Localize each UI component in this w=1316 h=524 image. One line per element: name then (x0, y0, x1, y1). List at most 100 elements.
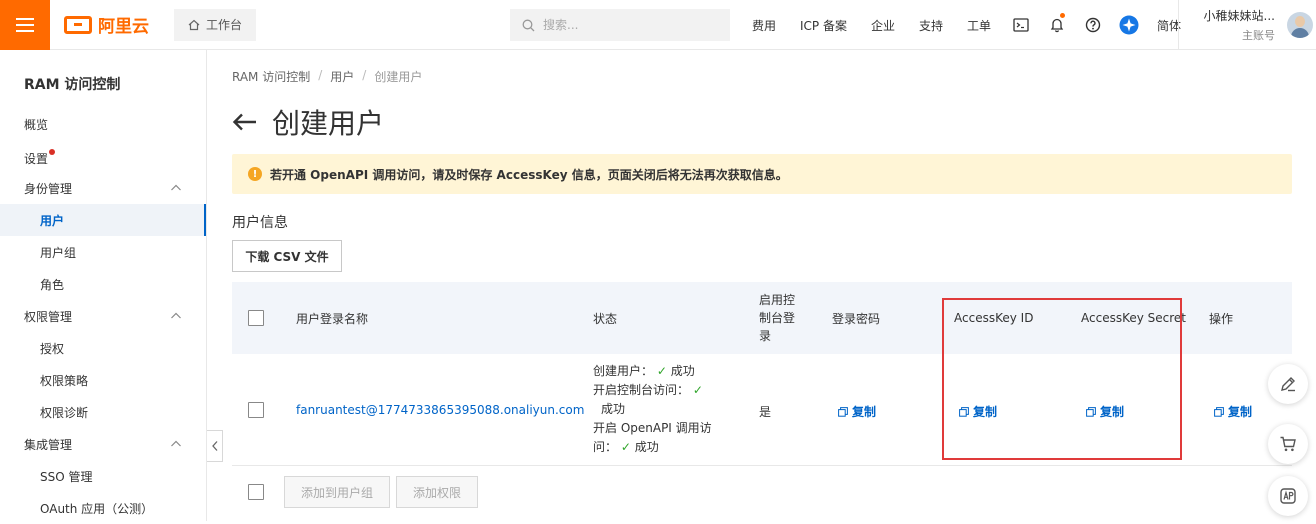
search-input[interactable] (543, 18, 713, 32)
breadcrumb-users[interactable]: 用户 (330, 68, 354, 85)
nav-support[interactable]: 支持 (907, 17, 955, 34)
user-role: 主账号 (1242, 29, 1275, 42)
sidebar-item-oauth[interactable]: OAuth 应用（公测） (0, 492, 206, 524)
bell-icon (1050, 18, 1064, 33)
sidebar-item-label: 授权 (40, 341, 65, 356)
sidebar-group-permissions[interactable]: 权限管理 (0, 300, 206, 332)
warning-icon: ! (248, 167, 262, 181)
copy-label: 复制 (973, 405, 998, 419)
page-header: 创建用户 (232, 102, 384, 142)
aliyun-logo[interactable]: 阿里云 (50, 0, 174, 50)
edit-float-button[interactable] (1268, 364, 1308, 404)
avatar[interactable] (1287, 12, 1313, 38)
copy-all-button[interactable]: 复制 (1214, 403, 1252, 420)
status-result: 成功 (634, 440, 659, 454)
status-label: 创建用户： (593, 364, 654, 378)
sidebar-item-label: 权限诊断 (40, 405, 89, 420)
user-name: 小稚妹妹站... (1203, 9, 1275, 23)
status-result: 成功 (670, 364, 695, 378)
copy-label: 复制 (1100, 405, 1125, 419)
sidebar-item-label: 用户 (40, 213, 65, 228)
copy-icon (1214, 406, 1224, 417)
nav-icp[interactable]: ICP 备案 (788, 17, 859, 34)
nav-ticket[interactable]: 工单 (955, 17, 1003, 34)
copy-icon (838, 406, 848, 417)
search-box[interactable] (510, 9, 730, 41)
menu-icon-line (16, 29, 34, 32)
sidebar-item-settings[interactable]: 设置 (0, 142, 206, 174)
copy-icon (959, 406, 969, 417)
sidebar-collapse-button[interactable] (207, 430, 223, 462)
status-result: 成功 (601, 402, 626, 416)
nav-enterprise[interactable]: 企业 (859, 17, 907, 34)
sidebar-item-user-groups[interactable]: 用户组 (0, 236, 206, 268)
workbench-button[interactable]: 工作台 (174, 8, 256, 41)
copy-accesskey-id-button[interactable]: 复制 (959, 403, 997, 420)
app-float-button[interactable] (1268, 476, 1308, 516)
sidebar-item-roles[interactable]: 角色 (0, 268, 206, 300)
sidebar-group-integration[interactable]: 集成管理 (0, 428, 206, 460)
settings-badge (49, 149, 56, 155)
status-label: 开启控制台访问： (593, 383, 690, 397)
sidebar-item-overview[interactable]: 概览 (0, 108, 206, 140)
cart-float-button[interactable] (1268, 424, 1308, 464)
help-button[interactable] (1075, 0, 1111, 50)
copy-accesskey-secret-button[interactable]: 复制 (1086, 403, 1124, 420)
copy-label: 复制 (852, 405, 877, 419)
chevron-up-icon (171, 440, 181, 447)
copy-icon (1086, 406, 1096, 417)
table-footer: 添加到用户组 添加权限 (232, 466, 1292, 518)
notification-button[interactable] (1039, 0, 1075, 50)
table-header: 用户登录名称 状态 启用控制台登录 登录密码 AccessKey ID Acce… (232, 282, 1292, 354)
sidebar-item-label: 概览 (24, 117, 49, 132)
sidebar-item-label: 权限管理 (24, 309, 73, 324)
breadcrumb-separator: / (362, 68, 367, 82)
copy-password-button[interactable]: 复制 (838, 403, 876, 420)
check-icon: ✓ (692, 383, 703, 397)
status-label: 问： (593, 440, 618, 454)
top-bar: 阿里云 工作台 费用 ICP 备案 企业 支持 工单 (0, 0, 1316, 50)
copy-label: 复制 (1228, 405, 1253, 419)
breadcrumb-ram[interactable]: RAM 访问控制 (232, 68, 310, 85)
col-login-name: 用户登录名称 (296, 311, 369, 326)
sidebar-item-label: 角色 (40, 277, 65, 292)
status-console-result: 成功 (593, 400, 712, 419)
chevron-left-icon (211, 441, 217, 451)
footer-select-cell (248, 484, 264, 500)
pencil-icon (1281, 377, 1295, 392)
footer-select-checkbox[interactable] (248, 484, 264, 500)
sidebar-item-label: 集成管理 (24, 437, 73, 452)
app-icon (1280, 488, 1296, 504)
sidebar-group-identity[interactable]: 身份管理 (0, 172, 206, 204)
assistant-icon (1119, 15, 1139, 35)
assistant-button[interactable] (1111, 0, 1147, 50)
terminal-icon (1013, 18, 1029, 32)
sidebar-item-diagnosis[interactable]: 权限诊断 (0, 396, 206, 428)
user-menu[interactable]: 小稚妹妹站... 主账号 (1178, 0, 1316, 50)
breadcrumb: RAM 访问控制 / 用户 / 创建用户 (232, 68, 422, 85)
user-login-name-link[interactable]: fanruantest@1774733865395088.onaliyun.co… (296, 403, 584, 417)
user-info: 小稚妹妹站... 主账号 (1189, 7, 1275, 43)
download-csv-button[interactable]: 下载 CSV 文件 (232, 240, 342, 272)
breadcrumb-current: 创建用户 (374, 70, 423, 84)
top-nav: 费用 ICP 备案 企业 支持 工单 简体 (752, 0, 1191, 50)
add-permission-button[interactable]: 添加权限 (396, 476, 479, 508)
sidebar-item-label: OAuth 应用（公测） (40, 501, 154, 516)
check-icon: ✓ (620, 440, 631, 454)
back-arrow-icon[interactable] (232, 112, 258, 132)
sidebar-item-sso[interactable]: SSO 管理 (0, 460, 206, 492)
nav-billing[interactable]: 费用 (752, 17, 788, 34)
add-to-group-button[interactable]: 添加到用户组 (284, 476, 391, 508)
help-icon (1085, 17, 1101, 33)
cart-icon (1280, 436, 1296, 452)
sidebar-item-policies[interactable]: 权限策略 (0, 364, 206, 396)
sidebar-item-grants[interactable]: 授权 (0, 332, 206, 364)
col-status: 状态 (593, 311, 618, 326)
select-all-checkbox[interactable] (248, 310, 264, 326)
col-password: 登录密码 (832, 311, 881, 326)
row-checkbox[interactable] (248, 402, 264, 418)
sidebar-item-users[interactable]: 用户 (0, 204, 206, 236)
console-login-value: 是 (759, 405, 772, 419)
menu-button[interactable] (0, 0, 50, 50)
terminal-button[interactable] (1003, 0, 1039, 50)
